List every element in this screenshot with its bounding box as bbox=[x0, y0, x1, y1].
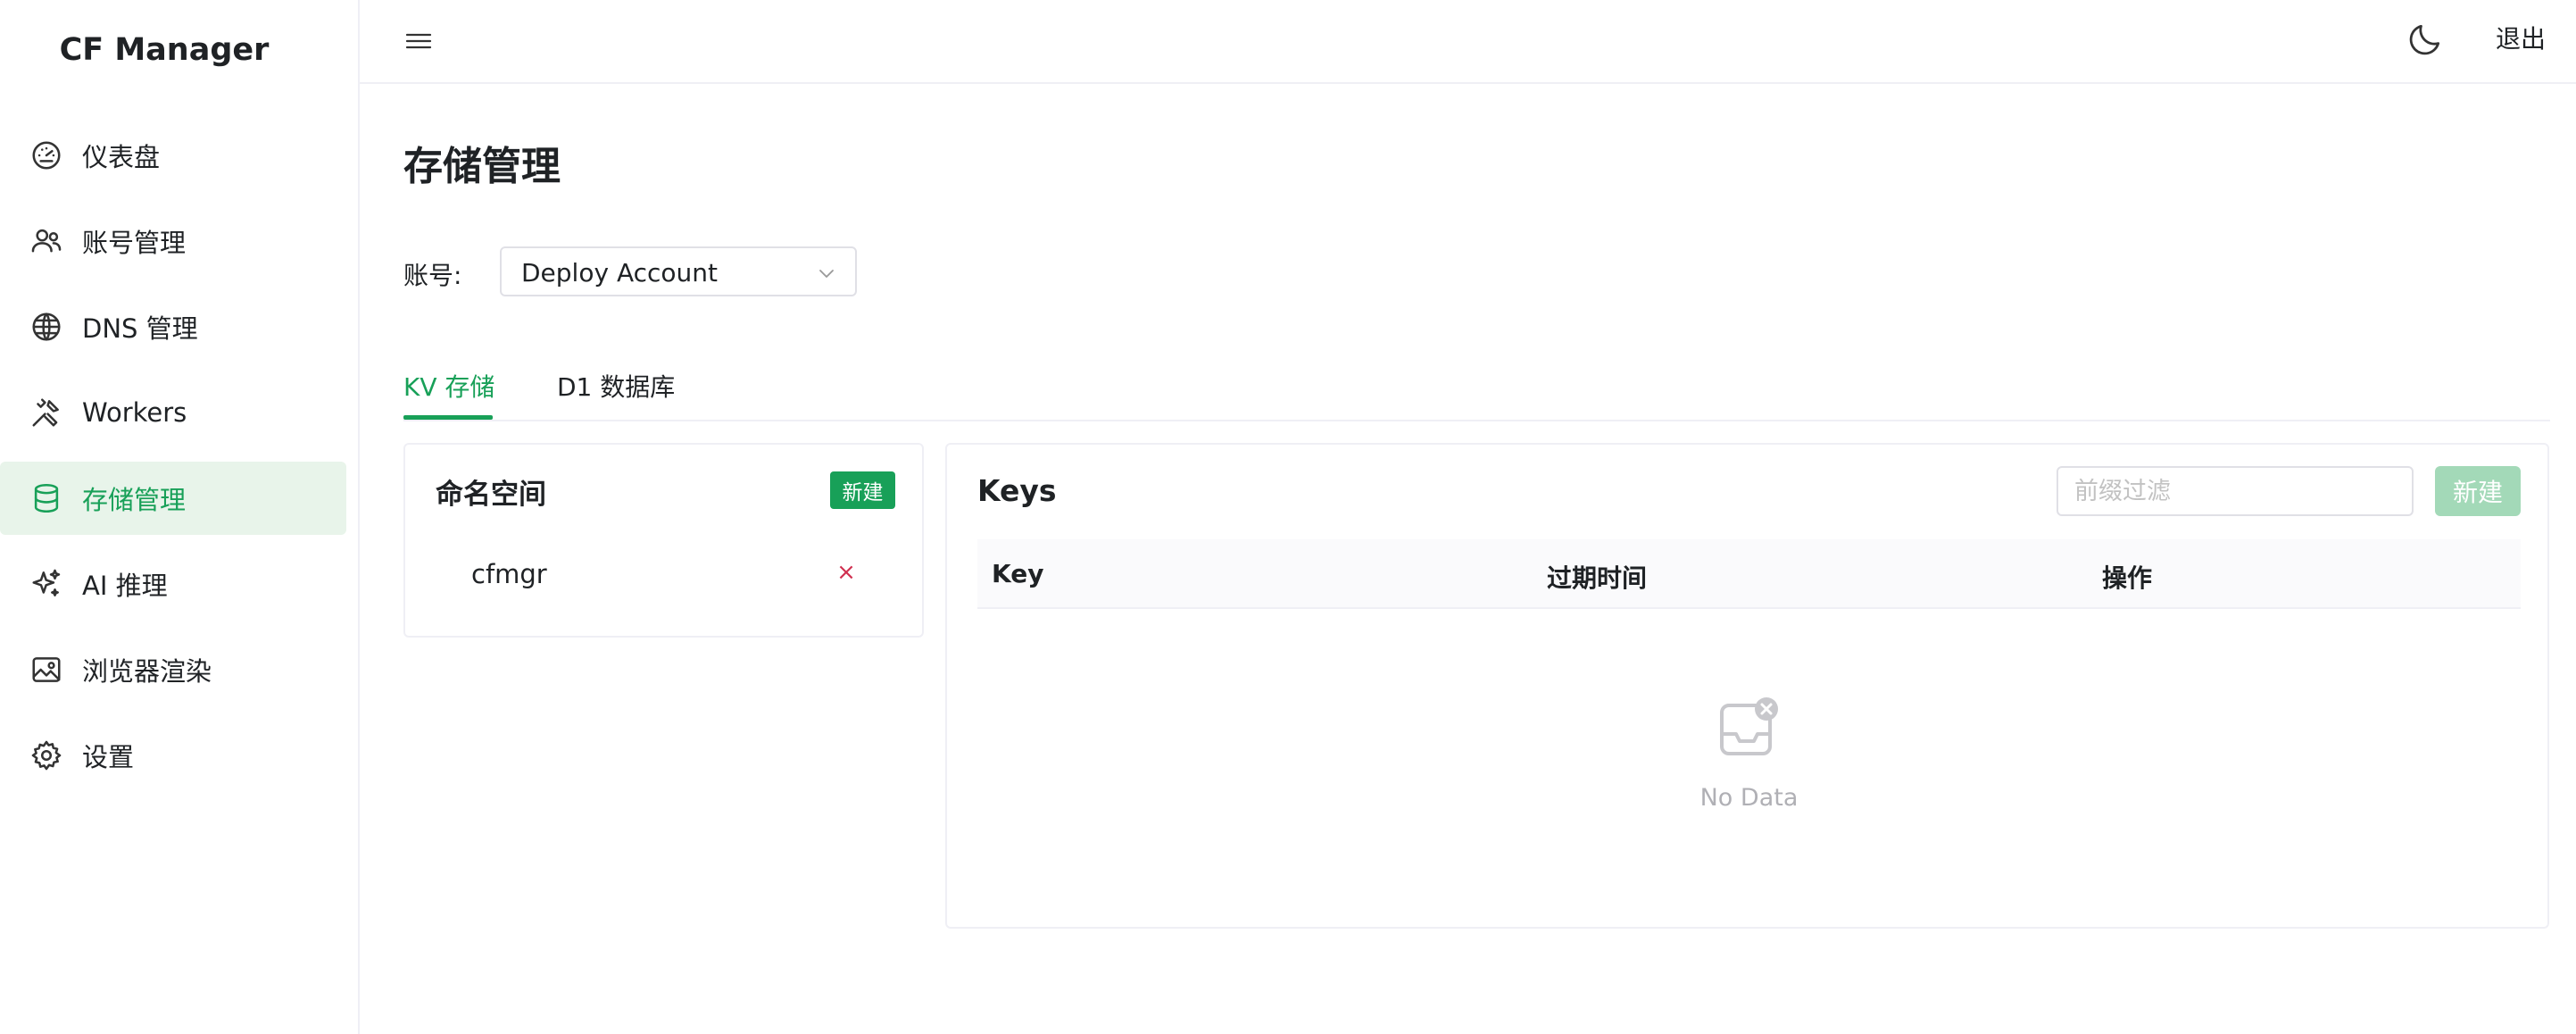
gear-icon bbox=[29, 738, 64, 773]
sidebar-item-label: 仪表盘 bbox=[82, 142, 161, 172]
new-namespace-button[interactable]: 新建 bbox=[830, 471, 895, 509]
image-icon bbox=[29, 652, 64, 688]
sparkles-icon bbox=[29, 566, 64, 602]
namespace-item[interactable]: cfmgr bbox=[471, 559, 547, 589]
users-icon bbox=[29, 223, 64, 259]
sidebar-item-accounts[interactable]: 账号管理 bbox=[0, 204, 346, 278]
sidebar-item-label: AI 推理 bbox=[82, 571, 168, 601]
brand-title: CF Manager bbox=[59, 32, 270, 68]
logout-button[interactable]: 退出 bbox=[2496, 20, 2546, 55]
sidebar-item-settings[interactable]: 设置 bbox=[0, 719, 346, 792]
column-header-key: Key bbox=[992, 559, 1044, 588]
empty-state-text: No Data bbox=[1699, 784, 1799, 812]
sidebar-item-label: 浏览器渲染 bbox=[82, 656, 212, 687]
sidebar-item-workers[interactable]: Workers bbox=[0, 376, 346, 449]
keys-table-header: Key 过期时间 操作 bbox=[977, 539, 2521, 609]
sidebar-item-dns[interactable]: DNS 管理 bbox=[0, 290, 346, 363]
new-key-button[interactable]: 新建 bbox=[2435, 466, 2521, 516]
sidebar-item-storage[interactable]: 存储管理 bbox=[0, 462, 346, 535]
delete-namespace-button[interactable]: × bbox=[834, 559, 859, 586]
page-title: 存储管理 bbox=[403, 144, 561, 189]
sidebar-item-label: 存储管理 bbox=[82, 485, 187, 515]
sidebar-item-ai[interactable]: AI 推理 bbox=[0, 547, 346, 621]
database-icon bbox=[29, 480, 64, 516]
sidebar-item-label: DNS 管理 bbox=[82, 313, 198, 344]
hamburger-menu-icon[interactable] bbox=[403, 27, 435, 55]
keys-panel-title: Keys bbox=[977, 473, 1057, 508]
tab-kv-storage[interactable]: KV 存储 bbox=[403, 368, 494, 404]
sidebar-item-label: Workers bbox=[82, 397, 187, 428]
account-label: 账号: bbox=[403, 261, 462, 290]
globe-icon bbox=[29, 309, 64, 345]
namespace-panel-title: 命名空间 bbox=[436, 479, 546, 511]
prefix-filter-input[interactable] bbox=[2057, 466, 2414, 516]
empty-inbox-icon bbox=[1716, 696, 1781, 761]
account-select-value: Deploy Account bbox=[521, 258, 718, 288]
storage-tabs: KV 存储 D1 数据库 bbox=[403, 357, 2550, 421]
keys-panel: Keys 新建 Key 过期时间 操作 No Data bbox=[945, 443, 2549, 929]
column-header-actions: 操作 bbox=[2102, 563, 2153, 593]
sidebar-item-label: 账号管理 bbox=[82, 228, 187, 258]
dashboard-gauge-icon bbox=[29, 138, 64, 173]
tools-icon bbox=[29, 395, 64, 430]
moon-icon[interactable] bbox=[2406, 20, 2445, 59]
sidebar-item-dashboard[interactable]: 仪表盘 bbox=[0, 119, 346, 192]
sidebar-item-browser-render[interactable]: 浏览器渲染 bbox=[0, 633, 346, 706]
active-tab-indicator bbox=[403, 415, 493, 420]
tab-d1-database[interactable]: D1 数据库 bbox=[557, 368, 675, 404]
sidebar: CF Manager 仪表盘 账号管理 DNS 管理 Workers 存储管理 … bbox=[0, 0, 360, 1034]
top-header: 退出 bbox=[360, 0, 2576, 84]
app-root: CF Manager 仪表盘 账号管理 DNS 管理 Workers 存储管理 … bbox=[0, 0, 2576, 1034]
chevron-down-icon bbox=[816, 263, 837, 284]
sidebar-item-label: 设置 bbox=[82, 742, 135, 772]
column-header-expiration: 过期时间 bbox=[1547, 563, 1648, 593]
account-select[interactable]: Deploy Account bbox=[500, 246, 857, 296]
namespace-panel: 命名空间 新建 cfmgr × bbox=[403, 443, 924, 638]
